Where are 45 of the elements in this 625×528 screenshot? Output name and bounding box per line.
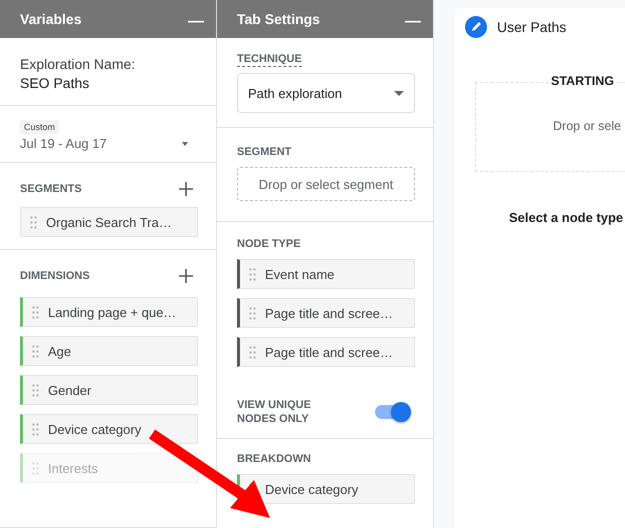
drag-handle-icon[interactable]	[30, 216, 37, 228]
drag-handle-icon[interactable]	[32, 306, 39, 318]
date-range[interactable]: Jul 19 - Aug 17	[20, 136, 107, 151]
breakdown-chip[interactable]: Device category	[237, 474, 415, 504]
segment-chip[interactable]: Organic Search Tra…	[20, 207, 198, 237]
node-type-message: Select a node type	[509, 210, 624, 225]
section-heading: TECHNIQUE	[237, 53, 302, 67]
date-range-badge: Custom	[20, 120, 60, 134]
drag-handle-icon[interactable]	[249, 306, 256, 320]
dimension-chip[interactable]: Landing page + que…	[20, 297, 198, 327]
toggle-label: VIEW UNIQUE NODES ONLY	[237, 398, 312, 426]
drag-handle-icon[interactable]	[32, 344, 39, 358]
exploration-name[interactable]: SEO Paths	[20, 75, 198, 91]
exploration-name-label: Exploration Name:	[20, 56, 136, 72]
caret-icon[interactable]	[182, 142, 188, 146]
dimension-chip[interactable]: Age	[20, 336, 198, 366]
dimension-chip[interactable]: Gender	[20, 375, 198, 405]
section-heading: SEGMENTS	[20, 183, 82, 195]
caret-icon	[394, 90, 404, 96]
drag-handle-icon[interactable]	[249, 268, 256, 280]
technique-dropdown[interactable]: Path exploration	[237, 73, 415, 113]
drag-handle-icon[interactable]	[249, 346, 256, 358]
panel-title: Tab Settings	[237, 11, 320, 27]
add-icon[interactable]	[178, 268, 194, 284]
node-type-chip[interactable]: Page title and scree…	[237, 337, 415, 367]
pencil-icon[interactable]	[465, 16, 487, 38]
section-heading: SEGMENT	[237, 146, 292, 158]
add-icon[interactable]	[178, 181, 194, 197]
panel-title: Variables	[20, 11, 82, 27]
segment-drop-zone[interactable]: Drop or select segment	[237, 167, 415, 201]
tab[interactable]: User Paths	[455, 8, 625, 38]
dimension-chip[interactable]: Device category	[20, 414, 198, 444]
collapse-button[interactable]: —	[405, 13, 421, 31]
starting-point-heading: STARTING	[549, 74, 616, 88]
drag-handle-icon[interactable]	[32, 422, 39, 436]
drag-handle-icon[interactable]	[32, 462, 39, 474]
section-heading: NODE TYPE	[237, 238, 302, 250]
drop-hint: Drop or sele	[553, 119, 622, 133]
node-type-chip[interactable]: Event name	[237, 259, 415, 289]
section-heading: DIMENSIONS	[20, 270, 90, 282]
toggle-switch[interactable]	[375, 405, 409, 419]
node-type-chip[interactable]: Page title and scree…	[237, 298, 415, 328]
section-heading: BREAKDOWN	[237, 453, 312, 465]
drag-handle-icon[interactable]	[32, 384, 39, 396]
collapse-button[interactable]: —	[188, 13, 204, 31]
